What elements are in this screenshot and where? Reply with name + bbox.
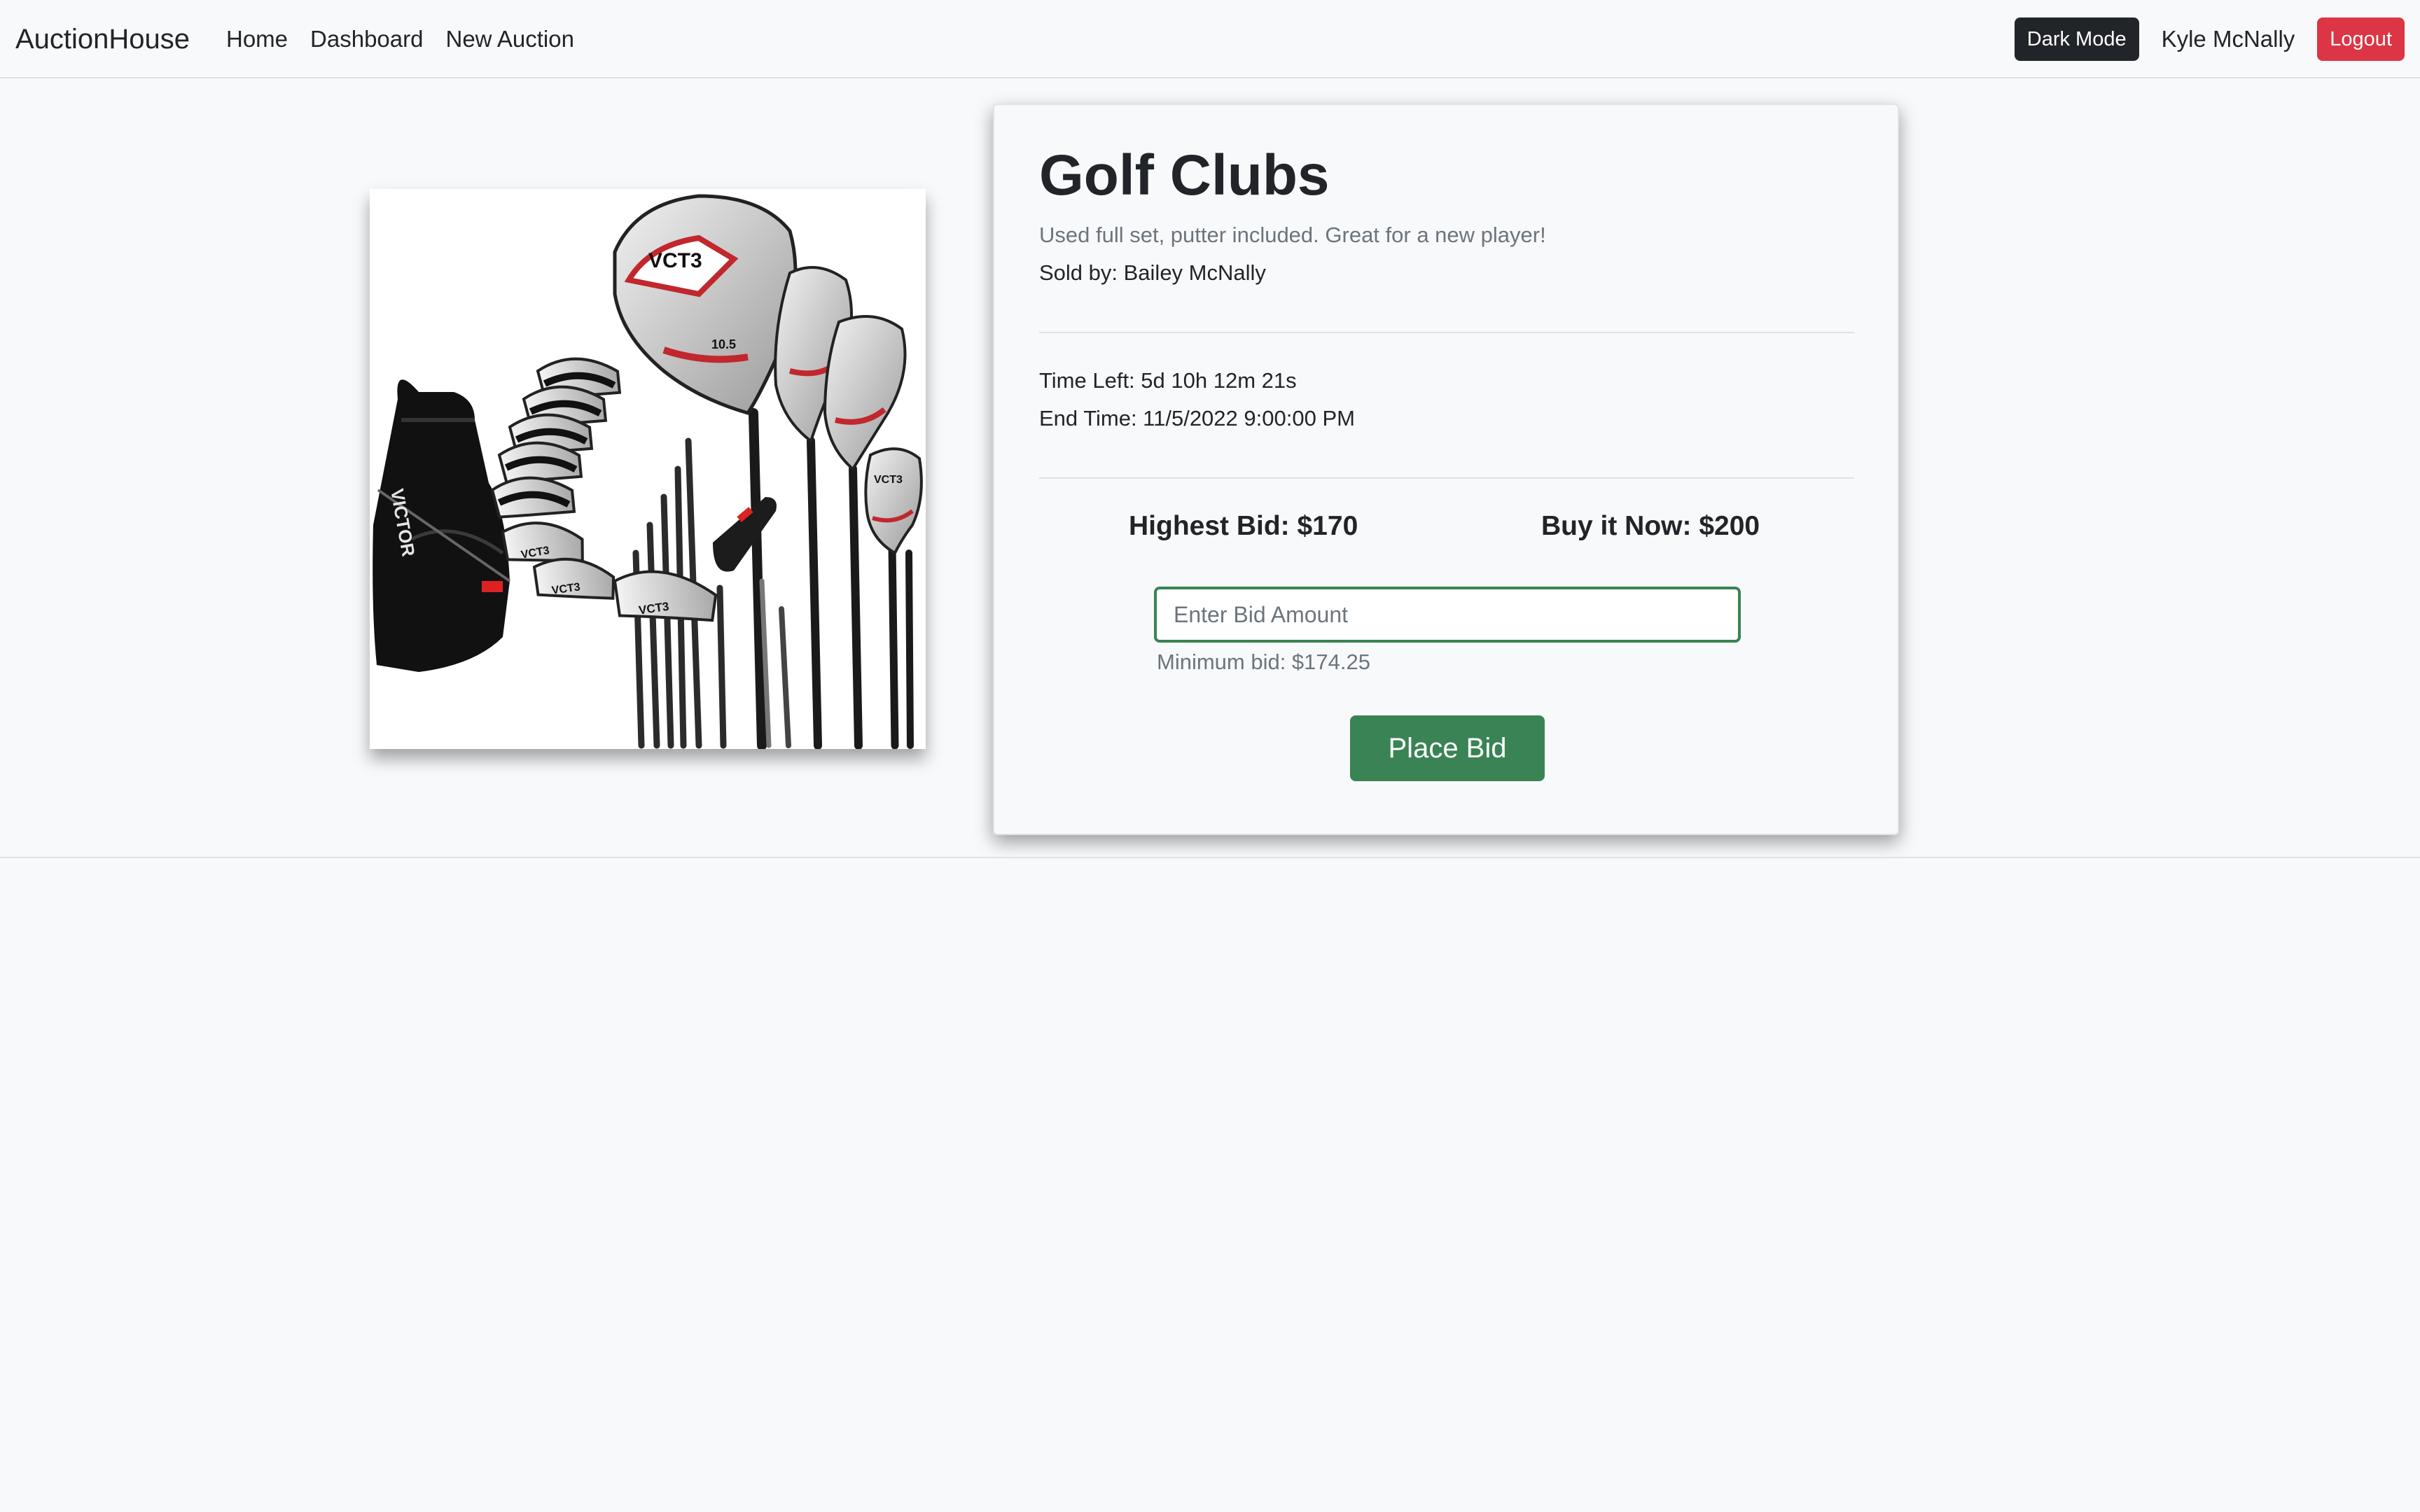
divider-top (1039, 332, 1854, 333)
divider-bottom (1039, 477, 1854, 479)
bid-amount-input[interactable] (1154, 587, 1741, 643)
product-image: VICTOR VCT3 VCT3 VCT3 VCT3 10.5 VCT3 (370, 189, 926, 749)
logout-button[interactable]: Logout (2317, 18, 2405, 61)
svg-text:VCT3: VCT3 (874, 474, 903, 486)
place-bid-button[interactable]: Place Bid (1350, 715, 1545, 781)
nav-link-new-auction[interactable]: New Auction (445, 26, 573, 52)
dark-mode-button[interactable]: Dark Mode (2014, 18, 2139, 61)
end-time: End Time: 11/5/2022 9:00:00 PM (1039, 406, 1355, 430)
auction-title: Golf Clubs (1039, 144, 1330, 207)
auction-description: Used full set, putter included. Great fo… (1039, 223, 1546, 247)
svg-text:VCT3: VCT3 (648, 249, 702, 272)
time-left: Time Left: 5d 10h 12m 21s (1039, 368, 1297, 393)
footer-divider (0, 857, 2420, 858)
nav-link-home[interactable]: Home (226, 26, 288, 52)
user-name: Kyle McNally (2161, 26, 2295, 52)
minimum-bid: Minimum bid: $174.25 (1157, 650, 1370, 674)
brand-logo[interactable]: AuctionHouse (15, 0, 190, 78)
nav-right: Dark Mode Kyle McNally Logout (2014, 0, 2405, 78)
nav-link-dashboard[interactable]: Dashboard (310, 26, 423, 52)
nav-links: Home Dashboard New Auction (226, 0, 597, 78)
highest-bid: Highest Bid: $170 (1129, 511, 1358, 541)
buy-it-now[interactable]: Buy it Now: $200 (1541, 511, 1760, 542)
navbar: AuctionHouse Home Dashboard New Auction … (0, 0, 2420, 78)
seller-info: Sold by: Bailey McNally (1039, 260, 1266, 285)
svg-text:10.5: 10.5 (711, 337, 736, 351)
auction-card: Golf Clubs Used full set, putter include… (993, 104, 1899, 835)
